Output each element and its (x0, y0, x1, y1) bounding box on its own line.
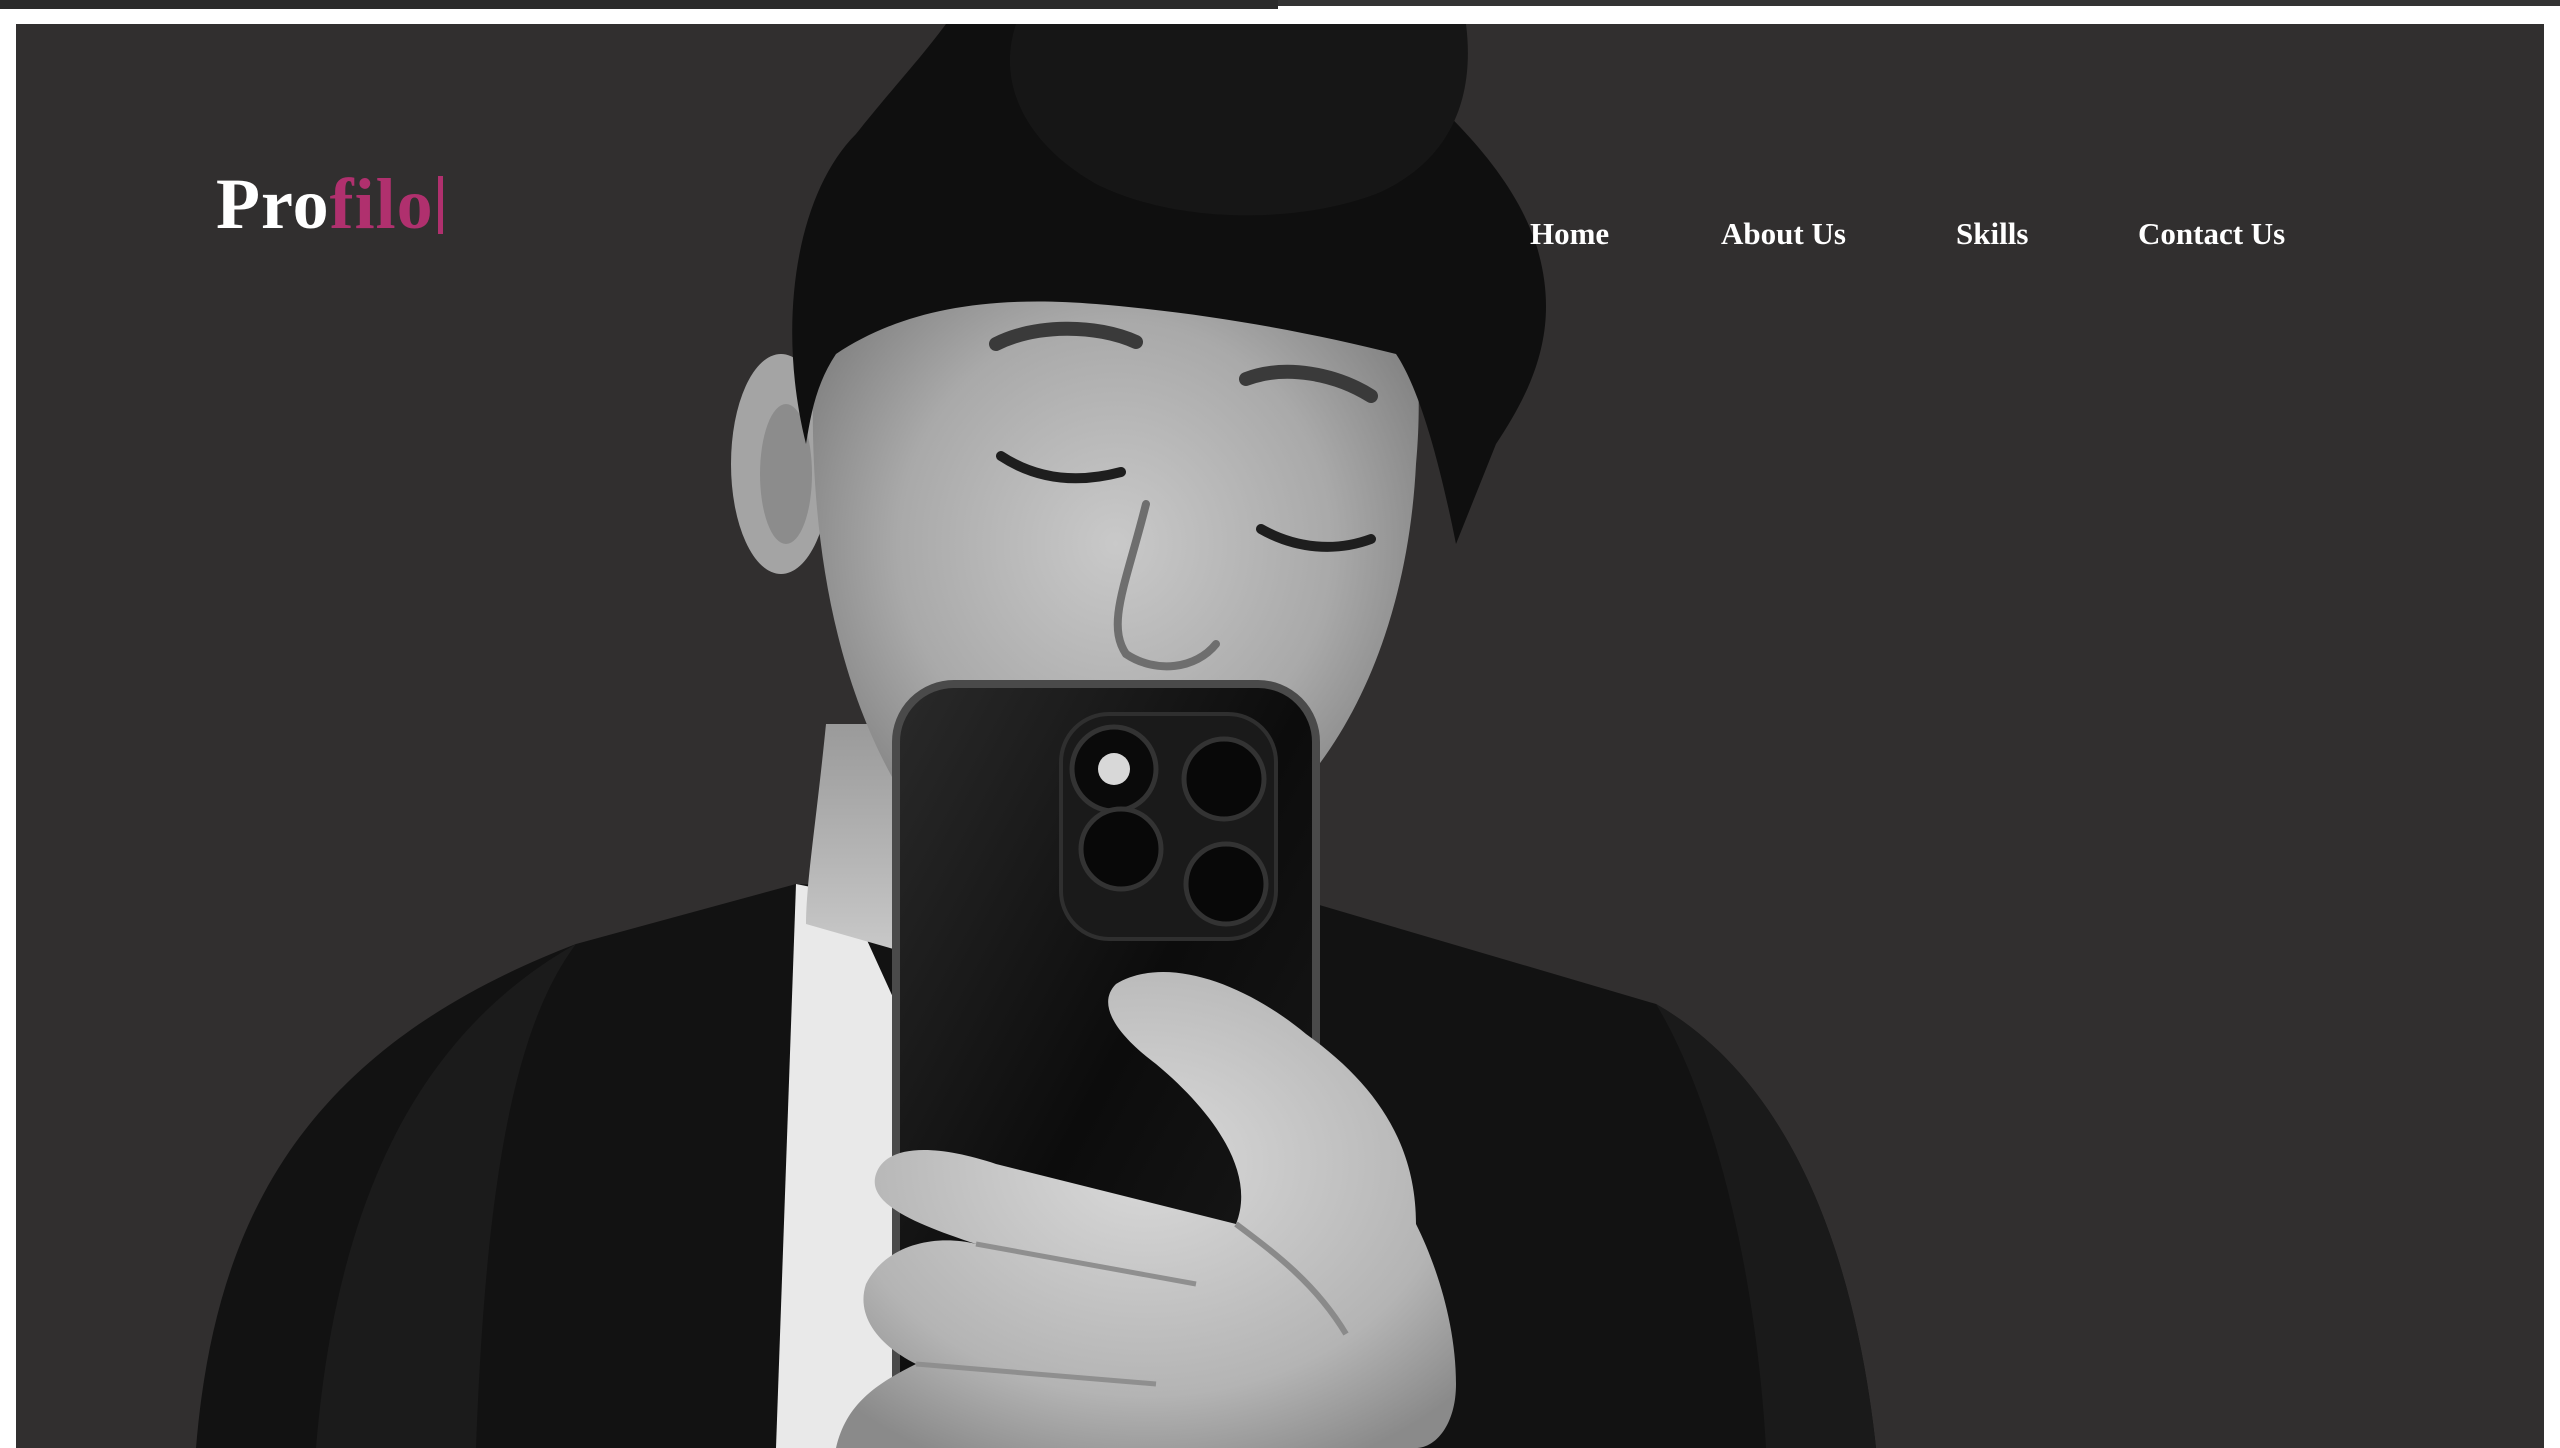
top-strip-mid (1278, 0, 2560, 6)
hero-section: Profilo Home About Us Skills Contact Us (16, 24, 2544, 1448)
main-nav: Home About Us Skills Contact Us (16, 214, 2544, 254)
nav-skills[interactable]: Skills (1956, 214, 2028, 254)
browser-top-strip (0, 0, 2560, 10)
nav-home[interactable]: Home (1530, 214, 1609, 254)
nav-contact-us[interactable]: Contact Us (2138, 214, 2285, 254)
nav-about-us[interactable]: About Us (1721, 214, 1846, 254)
top-strip-dark (0, 0, 1278, 9)
